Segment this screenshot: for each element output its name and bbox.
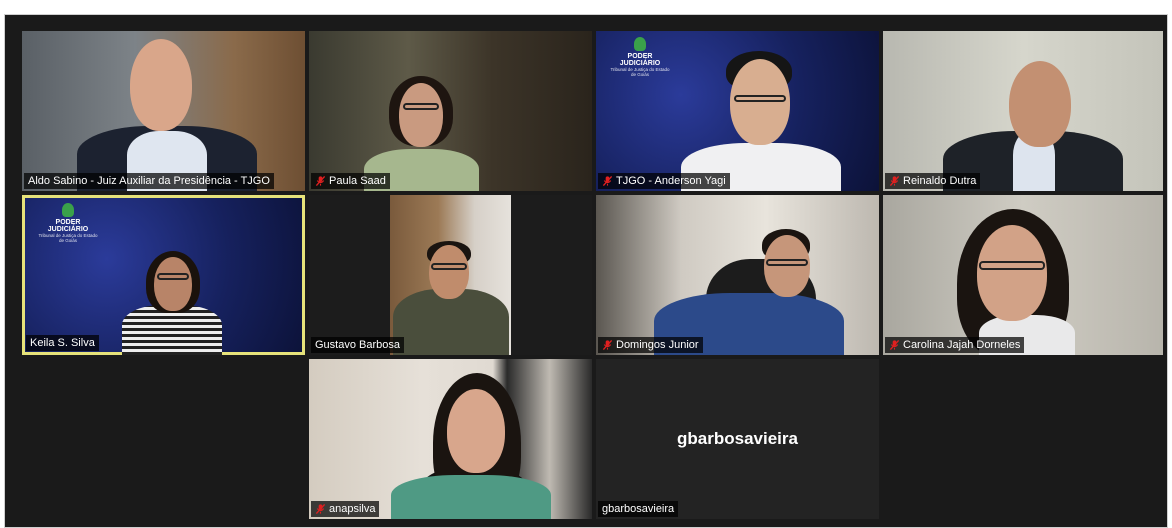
mic-muted-icon [602,339,613,351]
person-head [764,235,810,297]
participant-tile-carolina-dorneles[interactable]: Carolina Jajah Dorneles [883,195,1163,355]
participant-tile-aldo-sabino[interactable]: Aldo Sabino - Juiz Auxiliar da Presidênc… [22,31,305,191]
participant-tile-gustavo-barbosa[interactable]: Gustavo Barbosa [309,195,592,355]
mic-muted-icon [602,175,613,187]
video-grid: Aldo Sabino - Juiz Auxiliar da Presidênc… [4,14,1168,528]
person-head [154,257,192,311]
participant-name: Keila S. Silva [30,337,95,349]
participant-nameplate: TJGO - Anderson Yagi [598,173,730,189]
participant-name: anapsilva [329,503,376,515]
mic-muted-icon [315,175,326,187]
glasses [403,103,439,110]
person-head [399,83,443,147]
participant-tile-anapsilva[interactable]: anapsilva [309,359,592,519]
glasses [766,259,808,266]
poder-judiciario-logo: PODER JUDICIÁRIO Tribunal de Justiça do … [38,203,98,243]
participant-name: Carolina Jajah Dorneles [903,339,1021,351]
person-head [977,225,1047,321]
glasses [734,95,786,102]
video-off-display-name: gbarbosavieira [677,429,798,448]
participant-nameplate: gbarbosavieira [598,501,679,517]
participant-nameplate: Aldo Sabino - Juiz Auxiliar da Presidênc… [24,173,274,189]
participant-tile-domingos-junior[interactable]: Domingos Junior [596,195,879,355]
participant-nameplate: Keila S. Silva [26,335,99,351]
participant-name: Paula Saad [329,175,386,187]
poder-judiciario-logo: PODER JUDICIÁRIO Tribunal de Justiça do … [610,37,670,77]
participant-nameplate: Reinaldo Dutra [885,173,981,189]
person-head [447,389,505,473]
participant-tile-keila-silva[interactable]: PODER JUDICIÁRIO Tribunal de Justiça do … [22,195,305,355]
mic-muted-icon [889,339,900,351]
participant-name: Aldo Sabino - Juiz Auxiliar da Presidênc… [28,175,270,187]
person-head [130,39,192,131]
participant-name: Reinaldo Dutra [903,175,977,187]
glasses [157,273,189,280]
participant-nameplate: Carolina Jajah Dorneles [885,337,1025,353]
mic-muted-icon [889,175,900,187]
participant-nameplate: Domingos Junior [598,337,703,353]
participant-nameplate: Gustavo Barbosa [311,337,404,353]
person-head [429,245,469,299]
participant-name: gbarbosavieira [602,503,675,515]
participant-name: TJGO - Anderson Yagi [616,175,726,187]
participant-name: Domingos Junior [616,339,699,351]
participant-tile-paula-saad[interactable]: Paula Saad [309,31,592,191]
participant-tile-reinaldo-dutra[interactable]: Reinaldo Dutra [883,31,1163,191]
participant-tile-gbarbosavieira[interactable]: gbarbosavieira gbarbosavieira [596,359,879,519]
participant-tile-anderson-yagi[interactable]: PODER JUDICIÁRIO Tribunal de Justiça do … [596,31,879,191]
participant-nameplate: anapsilva [311,501,380,517]
person-head [1009,61,1071,147]
glasses [979,261,1045,270]
person-body [391,475,551,519]
participant-name: Gustavo Barbosa [315,339,400,351]
person-head [730,59,790,145]
mic-muted-icon [315,503,326,515]
glasses [431,263,467,270]
participant-nameplate: Paula Saad [311,173,390,189]
